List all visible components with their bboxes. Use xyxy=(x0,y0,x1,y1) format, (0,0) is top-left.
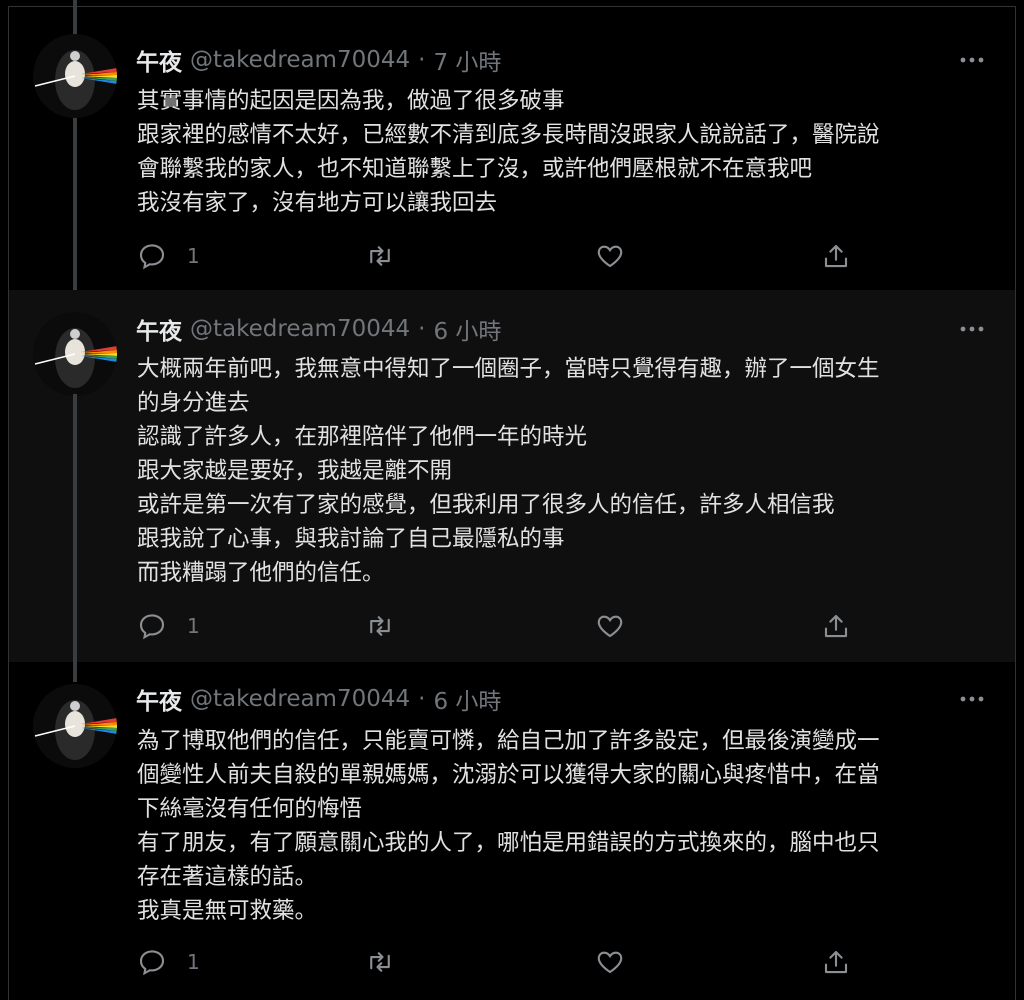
more-icon[interactable] xyxy=(957,317,987,341)
user-handle[interactable]: @takedream70044 xyxy=(190,47,410,73)
tweet-line: 其實事情的起因是因為我，做過了很多破事 xyxy=(137,88,565,114)
tweet-actions: 1 xyxy=(137,236,867,276)
reply-icon xyxy=(139,244,165,270)
tweet-line: 為了博取他們的信任，只能賣可憐，給自己加了許多設定，但最後演變成一 xyxy=(137,728,880,754)
thread-line xyxy=(73,116,77,290)
tweet-1[interactable]: 午夜 @takedream70044 · 7 小時 其實事情的起因是因為我，做過… xyxy=(9,0,1015,290)
avatar[interactable] xyxy=(33,34,117,118)
tweet-3[interactable]: 午夜 @takedream70044 · 6 小時 為了博取他們的信任，只能賣可… xyxy=(9,662,1015,1000)
heart-icon xyxy=(597,951,623,974)
like-button[interactable] xyxy=(595,606,625,646)
reply-button[interactable]: 1 xyxy=(137,606,200,646)
tweet-line: 的身分進去 xyxy=(137,390,250,416)
tweet-line: 個變性人前夫自殺的單親媽媽，沈溺於可以獲得大家的關心與疼惜中，在當 xyxy=(137,762,880,788)
share-button[interactable] xyxy=(821,606,851,646)
reply-icon xyxy=(139,950,165,976)
display-name[interactable]: 午夜 xyxy=(136,43,182,77)
tweet-line: 下絲毫沒有任何的悔悟 xyxy=(137,796,363,822)
thread-line xyxy=(73,394,77,662)
share-button[interactable] xyxy=(821,942,851,982)
tweet-line: 跟大家越是要好，我越是離不開 xyxy=(137,458,453,484)
timestamp[interactable]: 6 小時 xyxy=(433,312,501,346)
more-icon[interactable] xyxy=(957,687,987,711)
tweet-line: 我真是無可救藥。 xyxy=(137,898,318,924)
thread-line xyxy=(73,662,77,682)
reply-button[interactable]: 1 xyxy=(137,942,200,982)
tweet-text: 其實事情的起因是因為我，做過了很多破事 跟家裡的感情不太好，已經數不清到底多長時… xyxy=(137,84,985,220)
retweet-icon xyxy=(370,246,390,266)
retweet-icon xyxy=(370,952,390,972)
retweet-button[interactable] xyxy=(365,236,395,276)
tweet-line: 我沒有家了，沒有地方可以讓我回去 xyxy=(137,190,498,216)
retweet-button[interactable] xyxy=(365,606,395,646)
tweet-line: 而我糟蹋了他們的信任。 xyxy=(137,560,385,586)
tweet-text: 大概兩年前吧，我無意中得知了一個圈子，當時只覺得有趣，辦了一個女生 的身分進去 … xyxy=(137,352,985,590)
like-button[interactable] xyxy=(595,236,625,276)
tweet-line: 跟我說了心事，與我討論了自己最隱私的事 xyxy=(137,526,565,552)
heart-icon xyxy=(597,615,623,638)
timeline-right-border xyxy=(1015,6,1016,1000)
share-icon xyxy=(824,614,848,638)
tweet-text: 為了博取他們的信任，只能賣可憐，給自己加了許多設定，但最後演變成一 個變性人前夫… xyxy=(137,724,985,928)
tweet-header: 午夜 @takedream70044 · 6 小時 xyxy=(136,312,501,346)
tweet-line: 大概兩年前吧，我無意中得知了一個圈子，當時只覺得有趣，辦了一個女生 xyxy=(137,356,880,382)
display-name[interactable]: 午夜 xyxy=(136,682,182,716)
reply-button[interactable]: 1 xyxy=(137,236,200,276)
separator-dot: · xyxy=(418,316,426,342)
like-button[interactable] xyxy=(595,942,625,982)
tweet-header: 午夜 @takedream70044 · 7 小時 xyxy=(136,43,501,77)
retweet-icon xyxy=(370,616,390,636)
tweet-actions: 1 xyxy=(137,942,867,982)
retweet-button[interactable] xyxy=(365,942,395,982)
tweet-line: 認識了許多人，在那裡陪伴了他們一年的時光 xyxy=(137,424,588,450)
tweet-2[interactable]: 午夜 @takedream70044 · 6 小時 大概兩年前吧，我無意中得知了… xyxy=(9,290,1015,662)
timestamp[interactable]: 7 小時 xyxy=(433,43,501,77)
reply-icon xyxy=(139,614,165,640)
share-icon xyxy=(824,244,848,268)
share-button[interactable] xyxy=(821,236,851,276)
more-icon[interactable] xyxy=(957,48,987,72)
reply-count: 1 xyxy=(187,614,200,638)
user-handle[interactable]: @takedream70044 xyxy=(190,316,410,342)
share-icon xyxy=(824,950,848,974)
separator-dot: · xyxy=(418,686,426,712)
tweet-line: 會聯繫我的家人，也不知道聯繫上了沒，或許他們壓根就不在意我吧 xyxy=(137,156,813,182)
avatar[interactable] xyxy=(33,684,117,768)
tweet-line: 跟家裡的感情不太好，已經數不清到底多長時間沒跟家人說說話了，醫院說 xyxy=(137,122,880,148)
user-handle[interactable]: @takedream70044 xyxy=(190,686,410,712)
tweet-line: 存在著這樣的話。 xyxy=(137,864,318,890)
heart-icon xyxy=(597,245,623,268)
reply-count: 1 xyxy=(187,950,200,974)
tweet-actions: 1 xyxy=(137,606,867,646)
reply-count: 1 xyxy=(187,244,200,268)
display-name[interactable]: 午夜 xyxy=(136,312,182,346)
tweet-header: 午夜 @takedream70044 · 6 小時 xyxy=(136,682,501,716)
tweet-line: 有了朋友，有了願意關心我的人了，哪怕是用錯誤的方式換來的，腦中也只 xyxy=(137,830,880,856)
tweet-line: 或許是第一次有了家的感覺，但我利用了很多人的信任，許多人相信我 xyxy=(137,492,835,518)
avatar[interactable] xyxy=(33,312,117,396)
timestamp[interactable]: 6 小時 xyxy=(433,682,501,716)
separator-dot: · xyxy=(418,47,426,73)
